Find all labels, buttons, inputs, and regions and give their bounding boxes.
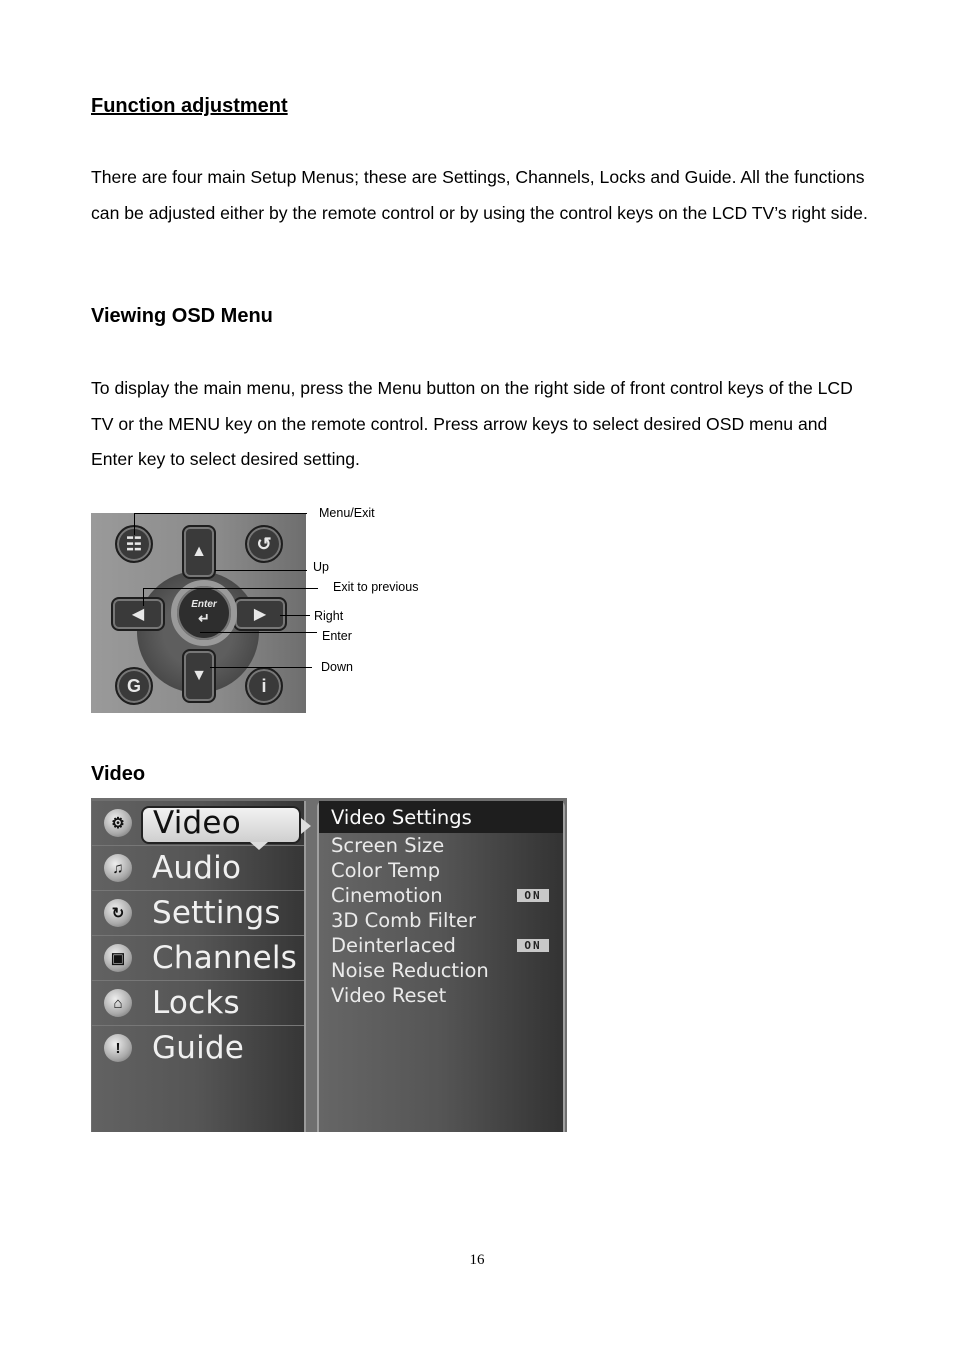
menu-item-video[interactable]: ⚙ Video: [92, 801, 311, 850]
label-enter: Enter: [322, 629, 352, 643]
menu-item-locks[interactable]: ⌂ Locks: [92, 981, 304, 1026]
down-button: ▼: [182, 649, 216, 703]
submenu-item-label: Deinterlaced: [331, 934, 456, 957]
video-heading: Video: [91, 763, 146, 785]
callout-line: [215, 570, 307, 571]
osd-menu-screenshot: ⚙ Video ♫ Audio ↻ Settings ▣ Channels ⌂ …: [91, 798, 567, 1132]
label-down: Down: [321, 660, 353, 674]
menu-item-label: Video: [153, 805, 241, 841]
page-number: 16: [469, 1252, 485, 1268]
arrow-right-icon: [301, 818, 311, 834]
tv-icon: ▣: [104, 944, 132, 972]
guide-button: G: [115, 667, 153, 705]
submenu-title-text: Video Settings: [331, 805, 472, 829]
submenu-item-3d-comb-filter[interactable]: 3D Comb Filter: [319, 908, 563, 933]
callout-line: [134, 513, 307, 514]
page-heading: Function adjustment: [91, 95, 288, 117]
submenu-item-label: 3D Comb Filter: [331, 909, 477, 932]
submenu-item-label: Color Temp: [331, 859, 441, 882]
submenu-item-label: Video Reset: [331, 984, 447, 1007]
selected-highlight: Video: [141, 805, 301, 844]
submenu-item-video-reset[interactable]: Video Reset: [319, 983, 563, 1008]
main-menu: ⚙ Video ♫ Audio ↻ Settings ▣ Channels ⌂ …: [92, 801, 311, 1132]
enter-button: Enter ↵: [171, 580, 237, 646]
label-right: Right: [314, 609, 344, 623]
callout-line: [200, 632, 317, 633]
menu-item-label: Settings: [152, 895, 281, 931]
osd-heading: Viewing OSD Menu: [91, 305, 273, 327]
label-menu-exit: Menu/Exit: [319, 506, 375, 520]
enter-text: Enter: [191, 599, 217, 610]
callout-line: [210, 667, 312, 668]
intro-paragraph: There are four main Setup Menus; these a…: [91, 167, 868, 223]
settings-icon: ↻: [104, 899, 132, 927]
osd-paragraph: To display the main menu, press the Menu…: [91, 378, 853, 469]
down-arrow-icon: ▼: [191, 667, 207, 684]
status-badge: ON: [517, 889, 549, 902]
up-arrow-icon: ▲: [191, 543, 207, 560]
menu-item-label: Locks: [152, 985, 240, 1021]
submenu-item-deinterlaced[interactable]: Deinterlaced ON: [319, 933, 563, 958]
callout-line: [143, 588, 144, 606]
submenu-item-cinemotion[interactable]: Cinemotion ON: [319, 883, 563, 908]
submenu-item-screen-size[interactable]: Screen Size: [319, 833, 563, 858]
up-button: ▲: [182, 525, 216, 579]
menu-icon: ☷: [125, 533, 143, 554]
submenu-item-label: Cinemotion: [331, 884, 443, 907]
label-exit-previous: Exit to previous: [333, 580, 419, 594]
menu-item-audio[interactable]: ♫ Audio: [92, 846, 304, 891]
video-submenu: Video Settings Screen Size Color Temp Ci…: [317, 801, 565, 1132]
menu-item-label: Audio: [152, 850, 242, 886]
status-badge: ON: [517, 939, 549, 952]
info-button: i: [245, 667, 283, 705]
right-arrow-icon: ▶: [253, 606, 267, 623]
submenu-item-label: Screen Size: [331, 834, 445, 857]
enter-key-icon: ↵: [198, 610, 210, 626]
menu-item-label: Channels: [152, 940, 298, 976]
submenu-item-label: Noise Reduction: [331, 959, 489, 982]
menu-item-label: Guide: [152, 1030, 245, 1066]
info-icon: i: [261, 675, 267, 696]
menu-item-settings[interactable]: ↻ Settings: [92, 891, 304, 936]
exclamation-icon: !: [104, 1034, 132, 1062]
guide-icon: G: [126, 675, 141, 696]
menu-item-channels[interactable]: ▣ Channels: [92, 936, 304, 981]
back-button: ↺: [245, 525, 283, 563]
lock-icon: ⌂: [104, 989, 132, 1017]
callout-line: [143, 588, 318, 589]
submenu-title: Video Settings: [319, 801, 563, 833]
remote-control-figure: ☷ ↺ G i ▲ ▼ ◀ ▶ Enter ↵: [91, 513, 306, 713]
label-up: Up: [313, 560, 329, 574]
left-button: ◀: [111, 597, 165, 631]
callout-line: [280, 615, 310, 616]
menu-item-guide[interactable]: ! Guide: [92, 1026, 304, 1070]
submenu-item-color-temp[interactable]: Color Temp: [319, 858, 563, 883]
right-button: ▶: [233, 597, 287, 631]
speaker-icon: ♫: [104, 854, 132, 882]
left-arrow-icon: ◀: [131, 606, 145, 623]
back-icon: ↺: [256, 533, 272, 554]
callout-line: [134, 513, 135, 535]
gear-icon: ⚙: [104, 809, 132, 837]
submenu-item-noise-reduction[interactable]: Noise Reduction: [319, 958, 563, 983]
